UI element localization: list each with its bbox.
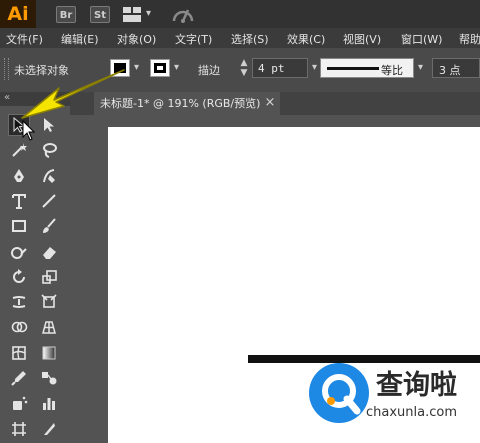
- profile-chevron-icon[interactable]: ▾: [418, 62, 423, 73]
- menu-bar: 文件(F) 编辑(E) 对象(O) 文字(T) 选择(S) 效果(C) 视图(V…: [0, 28, 480, 48]
- brush-definition[interactable]: 3 点: [432, 58, 480, 78]
- menu-type[interactable]: 文字(T): [175, 31, 212, 47]
- app-logo: Ai: [0, 0, 36, 28]
- collapse-panel-icon[interactable]: «: [4, 92, 10, 103]
- gpu-performance-icon[interactable]: [172, 5, 194, 23]
- menu-edit[interactable]: 编辑(E): [61, 31, 99, 47]
- menu-file[interactable]: 文件(F): [6, 31, 43, 47]
- lasso-tool-button[interactable]: [38, 139, 60, 161]
- drawn-stroke-path[interactable]: [248, 355, 480, 363]
- menu-window[interactable]: 窗口(W): [401, 31, 442, 47]
- rotate-tool-button[interactable]: [8, 266, 30, 288]
- chevron-down-icon[interactable]: ▾: [146, 8, 151, 19]
- symbol-sprayer-tool-icon: [13, 396, 28, 411]
- stroke-stepper[interactable]: ▲ ▼: [238, 58, 250, 80]
- eraser-tool-button[interactable]: [38, 241, 60, 263]
- magic-wand-tool-icon: [12, 143, 27, 158]
- line-segment-tool-icon: [42, 194, 56, 208]
- lasso-tool-icon: [43, 143, 57, 159]
- perspective-grid-tool-icon: [42, 321, 56, 335]
- gradient-tool-icon: [42, 346, 56, 360]
- curvature-tool-button[interactable]: [38, 165, 60, 187]
- stroke-weight-chevron-icon[interactable]: ▾: [312, 62, 317, 73]
- artboard-tool-icon: [12, 421, 26, 436]
- menu-object[interactable]: 对象(O): [117, 31, 156, 47]
- width-tool-icon: [12, 296, 26, 309]
- variable-width-profile[interactable]: 等比: [320, 58, 414, 78]
- stroke-profile-label: 等比: [381, 64, 403, 77]
- shape-builder-tool-icon: [11, 322, 28, 333]
- mesh-tool-button[interactable]: [8, 342, 30, 364]
- menu-view[interactable]: 视图(V): [343, 31, 381, 47]
- eyedropper-tool-button[interactable]: [8, 367, 30, 389]
- width-tool-button[interactable]: [8, 291, 30, 313]
- stroke-label: 描边: [198, 64, 220, 77]
- column-graph-tool-icon: [43, 398, 55, 411]
- symbol-sprayer-tool-button[interactable]: [8, 392, 30, 414]
- workspace-layout-icon[interactable]: [123, 7, 141, 22]
- gradient-tool-button[interactable]: [38, 342, 60, 364]
- fill-chevron-icon[interactable]: ▾: [134, 62, 139, 73]
- rectangle-tool-button[interactable]: [8, 215, 30, 237]
- panel-grip[interactable]: [4, 58, 9, 80]
- shape-builder-tool-button[interactable]: [8, 316, 30, 338]
- rotate-tool-icon: [13, 268, 25, 283]
- curvature-tool-icon: [43, 168, 55, 183]
- watermark-logo-icon: [309, 363, 369, 423]
- rectangle-tool-icon: [12, 220, 26, 233]
- menu-help[interactable]: 帮助: [459, 31, 480, 47]
- slice-tool-icon: [44, 422, 55, 435]
- line-segment-tool-button[interactable]: [38, 190, 60, 212]
- stroke-weight-field[interactable]: 4 pt: [252, 58, 308, 78]
- watermark-domain: chaxunla.com: [366, 405, 457, 420]
- menu-effect[interactable]: 效果(C): [287, 31, 325, 47]
- type-tool-button[interactable]: [8, 190, 30, 212]
- blend-tool-button[interactable]: [38, 367, 60, 389]
- eraser-tool-icon: [43, 246, 56, 259]
- pen-tool-icon: [14, 168, 24, 182]
- slice-tool-button[interactable]: [38, 418, 60, 440]
- stroke-chevron-icon[interactable]: ▾: [174, 62, 179, 73]
- free-transform-tool-button[interactable]: [38, 291, 60, 313]
- mouse-cursor-icon: [22, 119, 36, 142]
- paintbrush-tool-icon: [43, 218, 56, 234]
- eyedropper-tool-icon: [11, 371, 26, 386]
- magic-wand-tool-button[interactable]: [8, 139, 30, 161]
- column-graph-tool-button[interactable]: [38, 392, 60, 414]
- free-transform-tool-icon: [41, 294, 57, 308]
- mesh-tool-icon: [12, 345, 26, 360]
- perspective-grid-tool-button[interactable]: [38, 316, 60, 338]
- scale-tool-icon: [42, 269, 57, 284]
- artboard-tool-button[interactable]: [8, 418, 30, 440]
- pen-tool-button[interactable]: [8, 165, 30, 187]
- stroke-swatch[interactable]: [150, 59, 170, 77]
- menu-select[interactable]: 选择(S): [231, 31, 269, 47]
- shaper-tool-button[interactable]: [8, 241, 30, 263]
- stroke-weight-value: 4 pt: [258, 62, 285, 75]
- paintbrush-tool-button[interactable]: [38, 215, 60, 237]
- shaper-tool-icon: [11, 246, 27, 259]
- bridge-button[interactable]: Br: [56, 6, 76, 23]
- blend-tool-icon: [42, 372, 57, 385]
- brush-size-label: 3 点: [439, 64, 461, 77]
- stock-button[interactable]: St: [90, 6, 110, 23]
- type-tool-icon: [12, 193, 26, 209]
- scale-tool-button[interactable]: [38, 266, 60, 288]
- watermark-title: 查询啦: [376, 370, 457, 401]
- tab-close-button[interactable]: ×: [262, 94, 278, 112]
